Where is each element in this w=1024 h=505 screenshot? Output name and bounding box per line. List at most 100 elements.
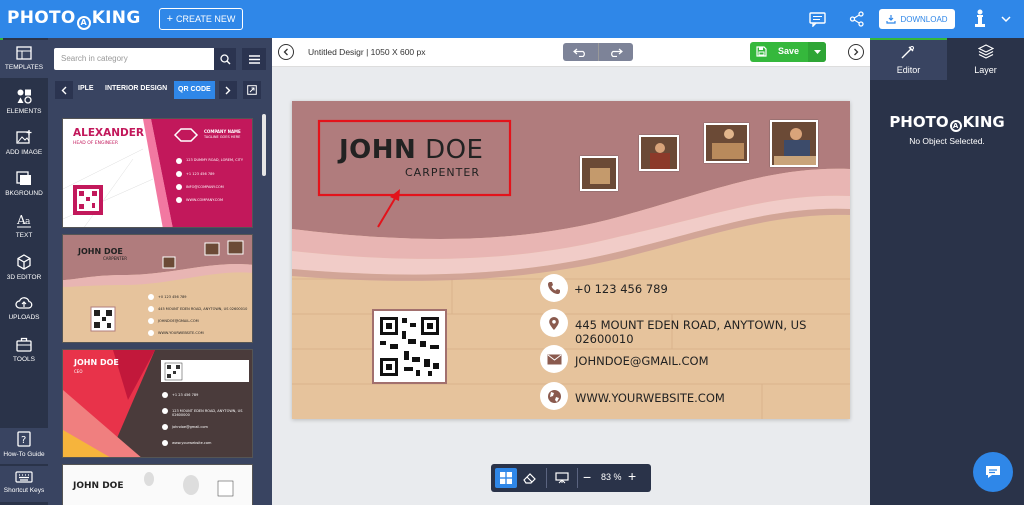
expand-panel-button[interactable] <box>243 81 261 99</box>
chevron-left-icon <box>283 48 288 56</box>
nav-background[interactable]: BKGROUND <box>0 171 48 211</box>
comment-icon[interactable] <box>806 0 828 38</box>
tab-editor[interactable]: Editor <box>870 38 947 80</box>
collapse-left-button[interactable] <box>278 44 294 60</box>
save-options-button[interactable] <box>808 42 826 62</box>
undo-icon <box>573 48 586 57</box>
template-3-email: johndoe@gmail.com <box>172 425 208 429</box>
zoom-toolbar: − 83 % + <box>491 464 651 492</box>
template-1-title: HEAD OF ENGINEER <box>73 141 118 146</box>
collapse-right-button[interactable] <box>848 44 864 60</box>
zoom-out-button[interactable]: − <box>583 469 591 485</box>
location-icon <box>540 309 568 337</box>
list-view-button[interactable] <box>242 48 266 70</box>
nav-how-to-guide[interactable]: ? How-To Guide <box>0 428 48 464</box>
nav-tools[interactable]: TOOLS <box>0 337 48 377</box>
business-card-canvas[interactable]: JOHN DOE CARPENTER +0 123 456 789 445 MO… <box>292 101 850 419</box>
user-avatar-icon[interactable] <box>968 0 992 38</box>
3d-editor-icon <box>17 254 31 270</box>
nav-templates-label: TEMPLATES <box>4 64 44 71</box>
download-icon <box>886 15 897 24</box>
create-new-button[interactable]: + CREATE NEW <box>158 8 244 30</box>
eraser-button[interactable] <box>519 468 541 488</box>
email-icon <box>540 345 568 373</box>
template-3-address: 123 MOUNT EDEN ROAD, ANYTOWN, US 0260000… <box>172 409 243 417</box>
photo-woodwork-1[interactable] <box>580 156 618 191</box>
undo-button[interactable] <box>563 43 599 61</box>
category-qr-code[interactable]: QR CODE <box>174 81 215 99</box>
editor-toolbar: Untitled Desigr | 1050 X 600 px Save <box>272 38 870 67</box>
template-3-name: JOHN DOE <box>74 358 119 367</box>
photo-woodwork-2[interactable] <box>639 135 679 171</box>
card-website[interactable]: WWW.YOURWEBSITE.COM <box>575 391 725 405</box>
nav-3d-editor[interactable]: 3D EDITOR <box>0 254 48 294</box>
category-prev-button[interactable] <box>55 81 73 99</box>
nav-uploads[interactable]: UPLOADS <box>0 296 48 336</box>
template-1-tagline: TAGLINE GOES HERE <box>204 135 241 139</box>
chevron-down-icon[interactable] <box>996 0 1016 38</box>
template-4-name: JOHN DOE <box>73 481 124 491</box>
add-image-icon <box>16 130 32 144</box>
template-1-web: WWW.COMPANY.COM <box>186 198 223 202</box>
top-bar: PHOTO A KING + CREATE NEW <box>0 0 1024 38</box>
template-1-phone: +1 123 456 789 <box>186 172 215 176</box>
nav-text[interactable]: Aa TEXT <box>0 213 48 253</box>
nav-uploads-label: UPLOADS <box>8 314 40 321</box>
presentation-icon <box>555 472 569 484</box>
template-card-carpenter[interactable]: JOHN DOE CARPENTER +0 123 456 789 445 MO… <box>62 234 253 343</box>
category-sample[interactable]: IPLE <box>78 85 94 92</box>
nav-tools-label: TOOLS <box>13 356 35 363</box>
right-panel: Editor Layer PHOTO A KING No Object Select… <box>870 38 1024 505</box>
category-interior-design[interactable]: INTERIOR DESIGN <box>105 85 167 92</box>
background-icon <box>16 171 31 185</box>
selection-status: No Object Selected. <box>909 136 985 146</box>
create-new-label: CREATE NEW <box>176 14 236 24</box>
card-email[interactable]: JOHNDOE@GMAIL.COM <box>575 354 709 368</box>
canvas-area: JOHN DOE CARPENTER +0 123 456 789 445 MO… <box>272 67 870 505</box>
card-job-title[interactable]: CARPENTER <box>405 166 480 179</box>
nav-add-image[interactable]: ADD IMAGE <box>0 130 48 170</box>
template-2-web: WWW.YOURWEBSITE.COM <box>158 331 204 335</box>
phone-icon <box>540 274 568 302</box>
nav-templates[interactable]: TEMPLATES <box>0 40 48 78</box>
redo-button[interactable] <box>599 43 634 61</box>
download-button[interactable]: DOWNLOAD <box>879 9 955 29</box>
template-card-alexander[interactable]: ALEXANDER HEAD OF ENGINEER COMPANY NAME … <box>62 118 253 228</box>
photo-woodwork-3[interactable] <box>704 123 749 163</box>
search-input[interactable]: Search in category <box>54 48 214 70</box>
template-panel: Search in category IPLE INTERIOR DESIGN … <box>48 38 272 505</box>
document-title[interactable]: Untitled Desigr | 1050 X 600 px <box>308 47 426 57</box>
presentation-button[interactable] <box>551 468 573 488</box>
search-icon <box>219 53 230 64</box>
template-card-partial[interactable]: JOHN DOE <box>62 464 253 505</box>
grid-view-button[interactable] <box>495 468 517 488</box>
tab-layer[interactable]: Layer <box>947 38 1024 80</box>
chevron-left-icon <box>61 86 67 94</box>
templates-icon <box>16 46 32 60</box>
card-name[interactable]: JOHN DOE <box>339 135 483 165</box>
right-panel-logo: PHOTO A KING <box>889 113 1005 132</box>
eraser-icon <box>523 473 536 484</box>
redo-icon <box>610 48 623 57</box>
chat-button[interactable] <box>973 452 1013 492</box>
category-next-button[interactable] <box>219 81 237 99</box>
save-label: Save <box>778 46 800 56</box>
template-2-phone: +0 123 456 789 <box>158 295 187 299</box>
app-logo[interactable]: PHOTO A KING <box>7 8 141 30</box>
photo-woodwork-4[interactable] <box>770 120 818 167</box>
template-card-ceo[interactable]: JOHN DOE CEO +1 23 456 789 123 MOUNT EDE… <box>62 349 253 458</box>
card-address[interactable]: 445 MOUNT EDEN ROAD, ANYTOWN, US 0260001… <box>575 318 850 346</box>
template-list: ALEXANDER HEAD OF ENGINEER COMPANY NAME … <box>62 118 254 505</box>
grid-icon <box>500 472 512 484</box>
globe-icon <box>540 382 568 410</box>
share-icon[interactable] <box>846 0 868 38</box>
search-button[interactable] <box>214 48 236 70</box>
nav-shortcut-keys[interactable]: Shortcut Keys <box>0 466 48 502</box>
svg-text:?: ? <box>21 435 26 446</box>
template-1-email: INFO@COMPANY.COM <box>186 185 224 189</box>
card-phone[interactable]: +0 123 456 789 <box>574 282 668 296</box>
nav-elements[interactable]: ELEMENTS <box>0 88 48 128</box>
panel-scrollbar[interactable] <box>262 114 266 176</box>
save-button[interactable]: Save <box>750 42 826 62</box>
zoom-in-button[interactable]: + <box>628 468 636 484</box>
